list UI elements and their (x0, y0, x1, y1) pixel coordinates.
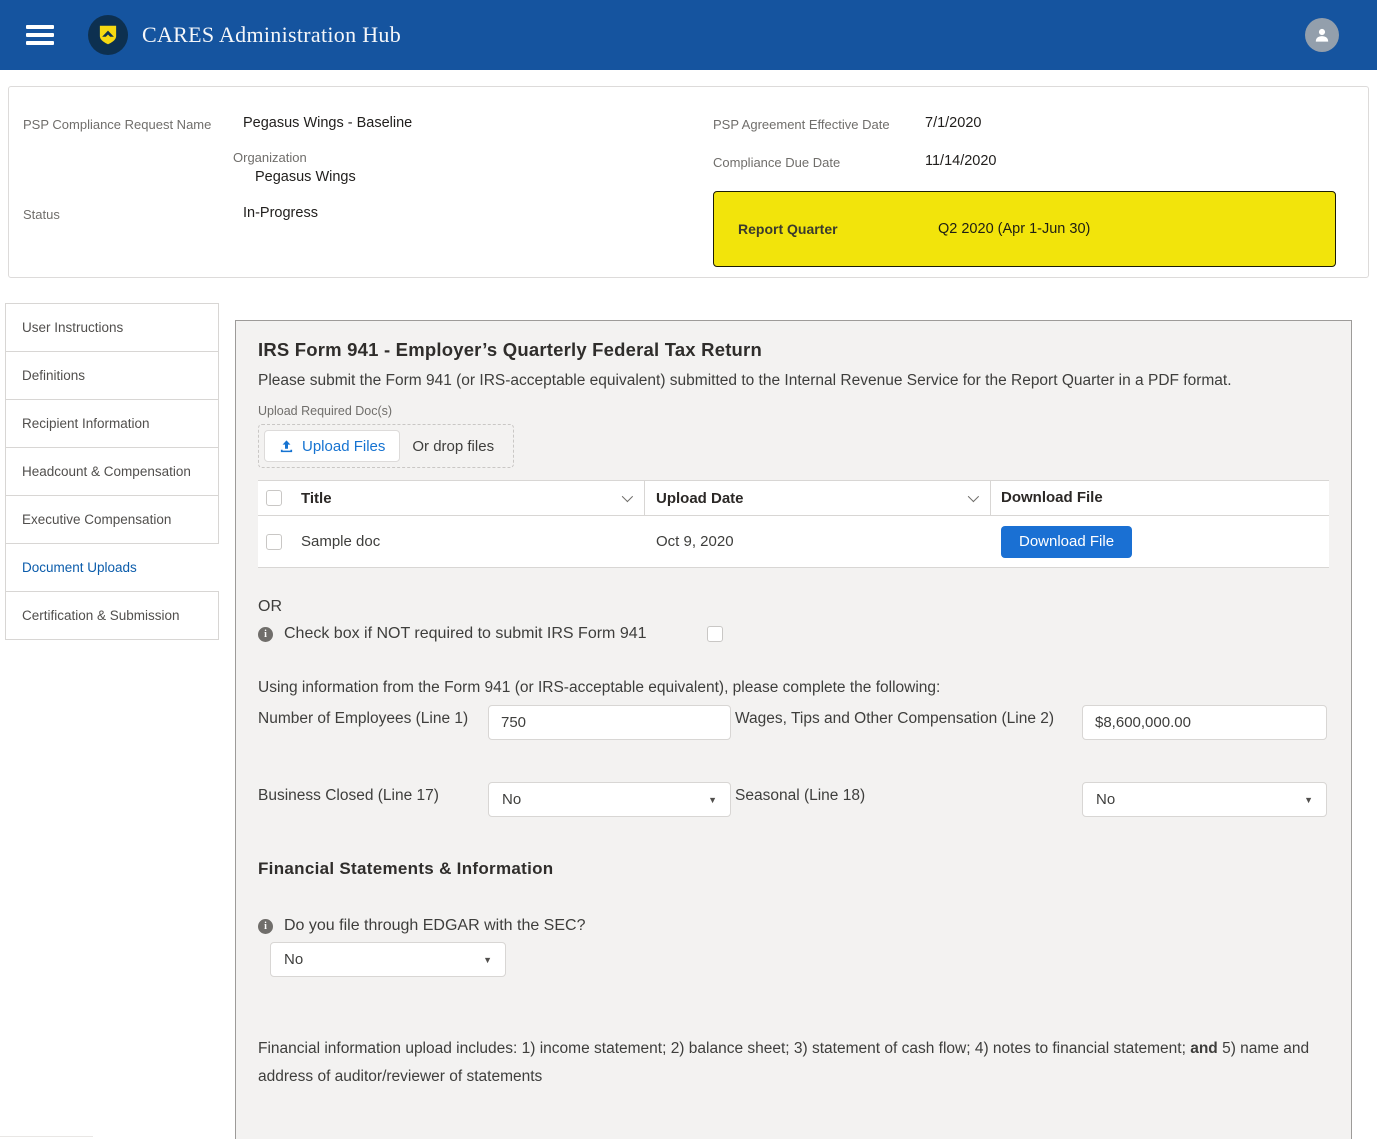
business-closed-value: No (502, 791, 521, 808)
form-row-2: Business Closed (Line 17) No ▼ Seasonal … (258, 782, 1329, 817)
form941-section-description: Please submit the Form 941 (or IRS-accep… (258, 367, 1329, 395)
cutoff-element-edge (0, 1136, 93, 1137)
due-date-label: Compliance Due Date (713, 153, 925, 172)
person-icon (1312, 25, 1332, 45)
financial-note-bold: and (1190, 1040, 1218, 1057)
upload-required-label: Upload Required Doc(s) (258, 404, 1329, 418)
app-title: CARES Administration Hub (142, 22, 401, 48)
sidebar-item-headcount-compensation[interactable]: Headcount & Compensation (5, 447, 219, 496)
or-separator-label: OR (258, 598, 1329, 616)
download-file-button[interactable]: Download File (1001, 526, 1132, 558)
report-quarter-highlight: Report Quarter Q2 2020 (Apr 1-Jun 30) (713, 191, 1336, 267)
edgar-question-label: Do you file through EDGAR with the SEC? (284, 917, 585, 935)
dropdown-arrow-icon: ▼ (483, 955, 492, 965)
edgar-question-row: i Do you file through EDGAR with the SEC… (258, 917, 1329, 935)
app-header: CARES Administration Hub (0, 0, 1377, 70)
employees-input[interactable] (488, 705, 731, 740)
wages-input[interactable] (1082, 705, 1327, 740)
doc-title-cell: Sample doc (301, 533, 380, 550)
status-value: In-Progress (243, 205, 318, 224)
financial-section-title: Financial Statements & Information (258, 859, 1329, 879)
app-logo (88, 15, 128, 55)
document-uploads-panel: IRS Form 941 - Employer’s Quarterly Fede… (235, 320, 1352, 1139)
seasonal-label: Seasonal (Line 18) (731, 782, 1082, 817)
drop-files-label: Or drop files (400, 438, 508, 455)
form941-section-title: IRS Form 941 - Employer’s Quarterly Fede… (258, 339, 1329, 361)
chevron-down-icon[interactable] (968, 491, 979, 502)
wages-label: Wages, Tips and Other Compensation (Line… (731, 705, 1082, 740)
upload-files-label: Upload Files (302, 438, 385, 455)
row-checkbox[interactable] (266, 534, 282, 550)
form-row-1: Number of Employees (Line 1) Wages, Tips… (258, 705, 1329, 740)
employees-label: Number of Employees (Line 1) (258, 705, 488, 740)
sidebar-item-recipient-information[interactable]: Recipient Information (5, 399, 219, 448)
compliance-summary-card: PSP Compliance Request Name Pegasus Wing… (8, 86, 1369, 278)
report-quarter-label: Report Quarter (738, 221, 938, 237)
seasonal-dropdown[interactable]: No ▼ (1082, 782, 1327, 817)
table-row: Sample doc Oct 9, 2020 Download File (258, 516, 1329, 567)
business-closed-dropdown[interactable]: No ▼ (488, 782, 731, 817)
shield-logo-icon (95, 22, 121, 48)
organization-label: Organization (233, 148, 713, 167)
column-header-upload-date[interactable]: Upload Date (656, 490, 744, 507)
dropdown-arrow-icon: ▼ (1304, 795, 1313, 805)
upload-icon (279, 439, 294, 454)
edgar-value: No (284, 951, 303, 968)
report-quarter-value: Q2 2020 (Apr 1-Jun 30) (938, 221, 1090, 237)
uploaded-docs-table: Title Upload Date Download File Sample d… (258, 480, 1329, 568)
file-dropzone[interactable]: Upload Files Or drop files (258, 424, 514, 468)
table-header-row: Title Upload Date Download File (258, 481, 1329, 516)
request-name-value: Pegasus Wings - Baseline (243, 115, 412, 134)
seasonal-value: No (1096, 791, 1115, 808)
dropdown-arrow-icon: ▼ (708, 795, 717, 805)
using-info-text: Using information from the Form 941 (or … (258, 679, 1329, 697)
edgar-dropdown[interactable]: No ▼ (270, 942, 506, 977)
sidebar-item-definitions[interactable]: Definitions (5, 351, 219, 400)
organization-value: Pegasus Wings (255, 169, 713, 185)
business-closed-label: Business Closed (Line 17) (258, 782, 443, 810)
not-required-checkbox[interactable] (707, 626, 723, 642)
effective-date-value: 7/1/2020 (925, 115, 981, 134)
upload-date-cell: Oct 9, 2020 (656, 533, 734, 550)
not-required-label: Check box if NOT required to submit IRS … (284, 625, 647, 643)
sidebar-item-executive-compensation[interactable]: Executive Compensation (5, 495, 219, 544)
info-icon[interactable]: i (258, 919, 273, 934)
menu-icon[interactable] (26, 25, 54, 45)
chevron-down-icon[interactable] (622, 491, 633, 502)
user-avatar[interactable] (1305, 18, 1339, 52)
upload-files-button[interactable]: Upload Files (264, 430, 400, 462)
due-date-value: 11/14/2020 (925, 153, 997, 172)
sidebar-item-user-instructions[interactable]: User Instructions (5, 303, 219, 352)
not-required-row: i Check box if NOT required to submit IR… (258, 625, 1329, 643)
status-label: Status (23, 205, 243, 224)
column-header-download-file: Download File (1001, 489, 1103, 506)
financial-note-part1: Financial information upload includes: 1… (258, 1040, 1190, 1057)
section-nav: User Instructions Definitions Recipient … (5, 303, 219, 640)
financial-note: Financial information upload includes: 1… (258, 1035, 1329, 1091)
request-name-label: PSP Compliance Request Name (23, 115, 243, 134)
select-all-checkbox[interactable] (266, 490, 282, 506)
effective-date-label: PSP Agreement Effective Date (713, 115, 925, 134)
sidebar-item-document-uploads[interactable]: Document Uploads (5, 543, 219, 592)
sidebar-item-certification-submission[interactable]: Certification & Submission (5, 591, 219, 640)
column-header-title[interactable]: Title (301, 490, 332, 507)
info-icon[interactable]: i (258, 627, 273, 642)
